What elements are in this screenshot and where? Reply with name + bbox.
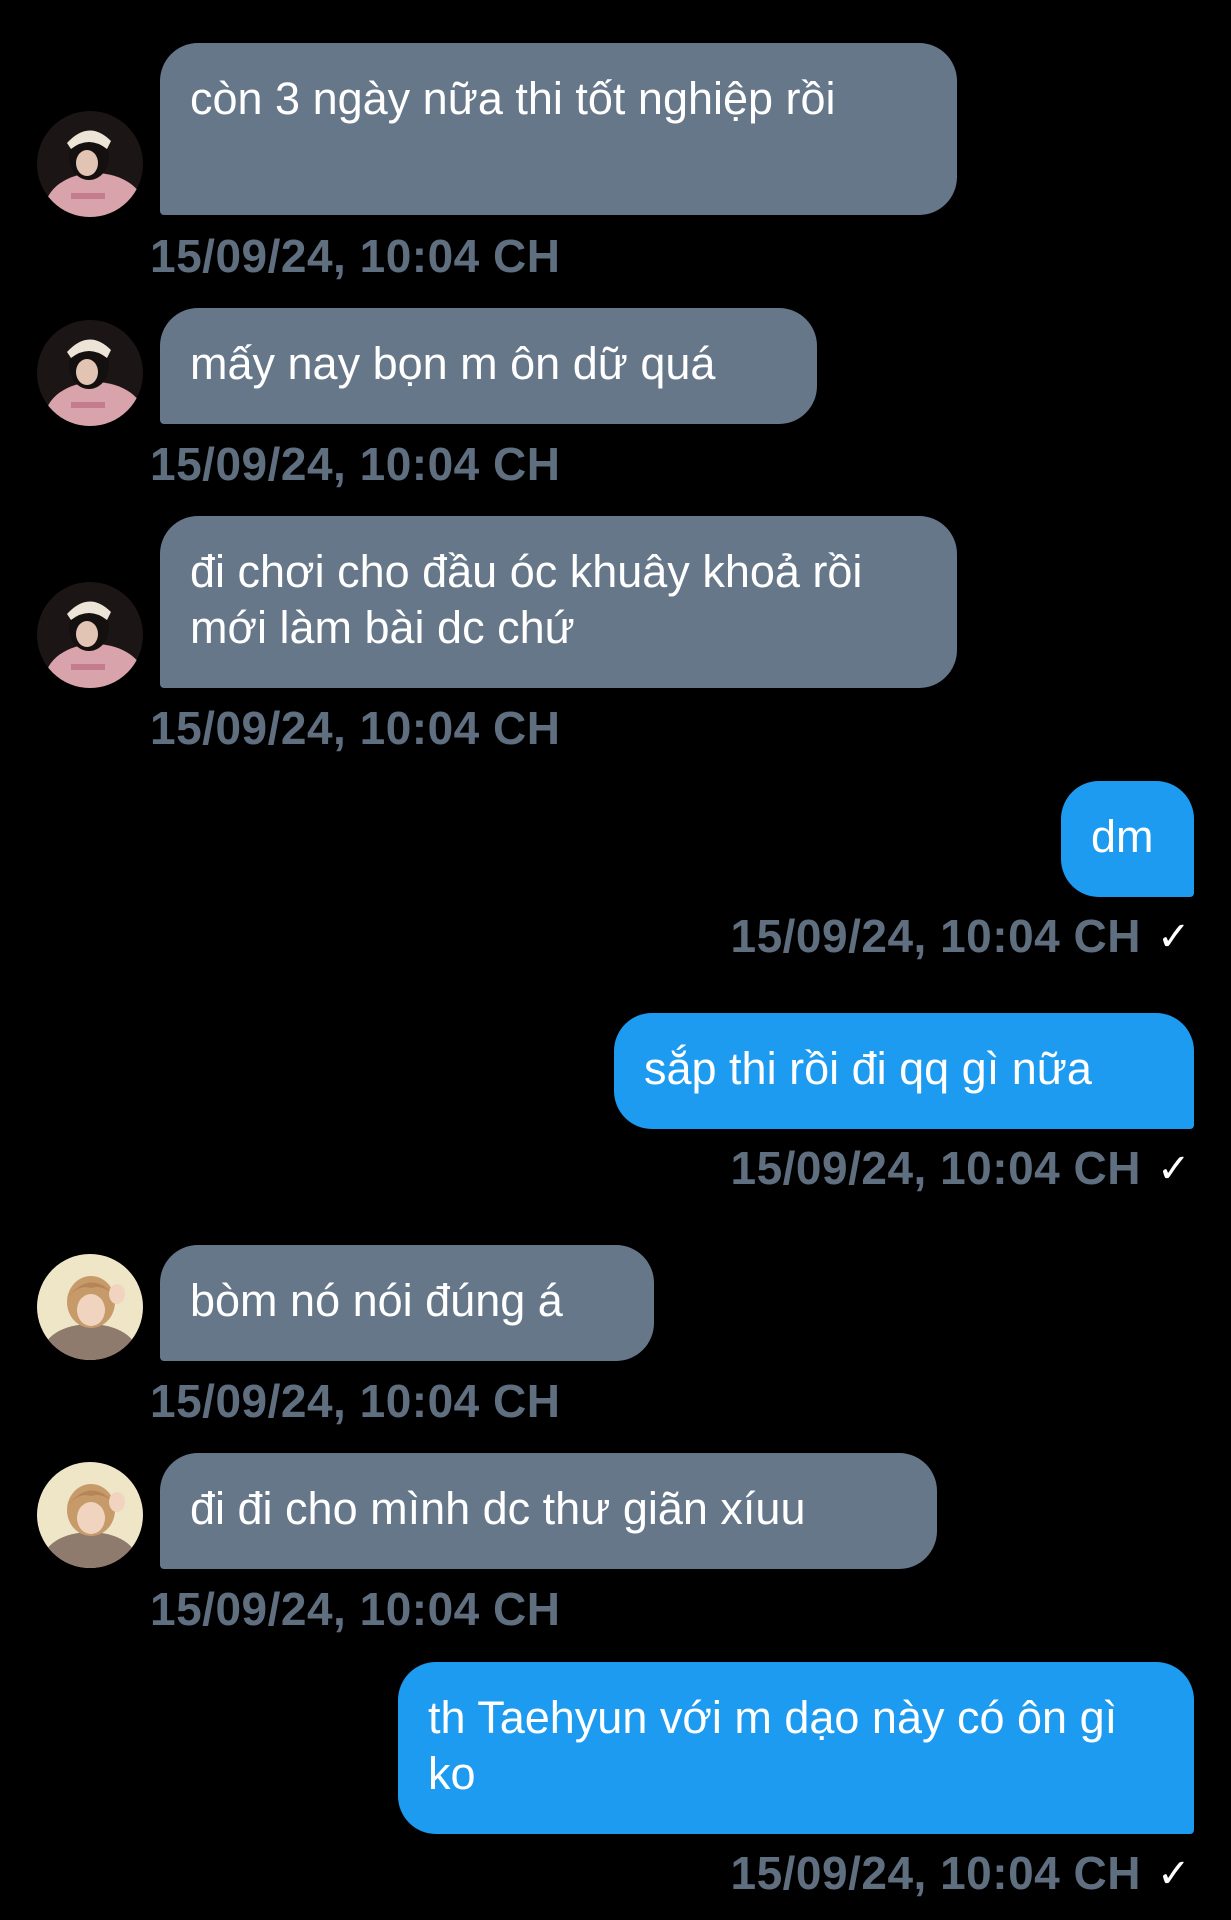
message-timestamp: 15/09/24, 10:04 CH ✓: [730, 1140, 1191, 1197]
message-bubble[interactable]: th Taehyun với m dạo này có ôn gì ko: [398, 1662, 1194, 1834]
avatar-image: [37, 1254, 143, 1360]
message-text: dm: [1091, 811, 1154, 862]
check-icon: ✓: [1156, 1147, 1191, 1191]
check-icon: ✓: [1156, 1852, 1191, 1896]
avatar[interactable]: [37, 1462, 143, 1568]
message-text: đi chơi cho đầu óc khuây khoả rồi mới là…: [190, 546, 863, 653]
message-text: còn 3 ngày nữa thi tốt nghiệp rồi: [190, 73, 836, 124]
message-text: đi đi cho mình dc thư giãn xíuu: [190, 1483, 806, 1534]
message-text: th Taehyun với m dạo này có ôn gì ko: [428, 1692, 1118, 1799]
message-bubble[interactable]: còn 3 ngày nữa thi tốt nghiệp rồi: [160, 43, 957, 215]
avatar-image: [37, 1462, 143, 1568]
avatar-image: [37, 320, 143, 426]
message-timestamp: 15/09/24, 10:04 CH: [150, 230, 561, 282]
message-timestamp: 15/09/24, 10:04 CH: [150, 1583, 561, 1635]
message-bubble[interactable]: sắp thi rồi đi qq gì nữa: [614, 1013, 1194, 1129]
avatar-image: [37, 111, 143, 217]
message-timestamp: 15/09/24, 10:04 CH: [150, 1375, 561, 1427]
message-bubble[interactable]: dm: [1061, 781, 1194, 897]
message-timestamp: 15/09/24, 10:04 CH: [150, 438, 561, 490]
message-text: mấy nay bọn m ôn dữ quá: [190, 338, 716, 389]
check-icon: ✓: [1156, 915, 1191, 959]
avatar-image: [37, 582, 143, 688]
message-timestamp: 15/09/24, 10:04 CH: [150, 702, 561, 754]
avatar[interactable]: [37, 582, 143, 688]
avatar[interactable]: [37, 320, 143, 426]
message-timestamp: 15/09/24, 10:04 CH ✓: [730, 1845, 1191, 1902]
avatar[interactable]: [37, 111, 143, 217]
message-bubble[interactable]: đi đi cho mình dc thư giãn xíuu: [160, 1453, 937, 1569]
message-text: sắp thi rồi đi qq gì nữa: [644, 1043, 1092, 1094]
message-bubble[interactable]: mấy nay bọn m ôn dữ quá: [160, 308, 817, 424]
avatar[interactable]: [37, 1254, 143, 1360]
message-bubble[interactable]: đi chơi cho đầu óc khuây khoả rồi mới là…: [160, 516, 957, 688]
message-bubble[interactable]: bòm nó nói đúng á: [160, 1245, 654, 1361]
message-timestamp: 15/09/24, 10:04 CH ✓: [730, 908, 1191, 965]
message-text: bòm nó nói đúng á: [190, 1275, 563, 1326]
